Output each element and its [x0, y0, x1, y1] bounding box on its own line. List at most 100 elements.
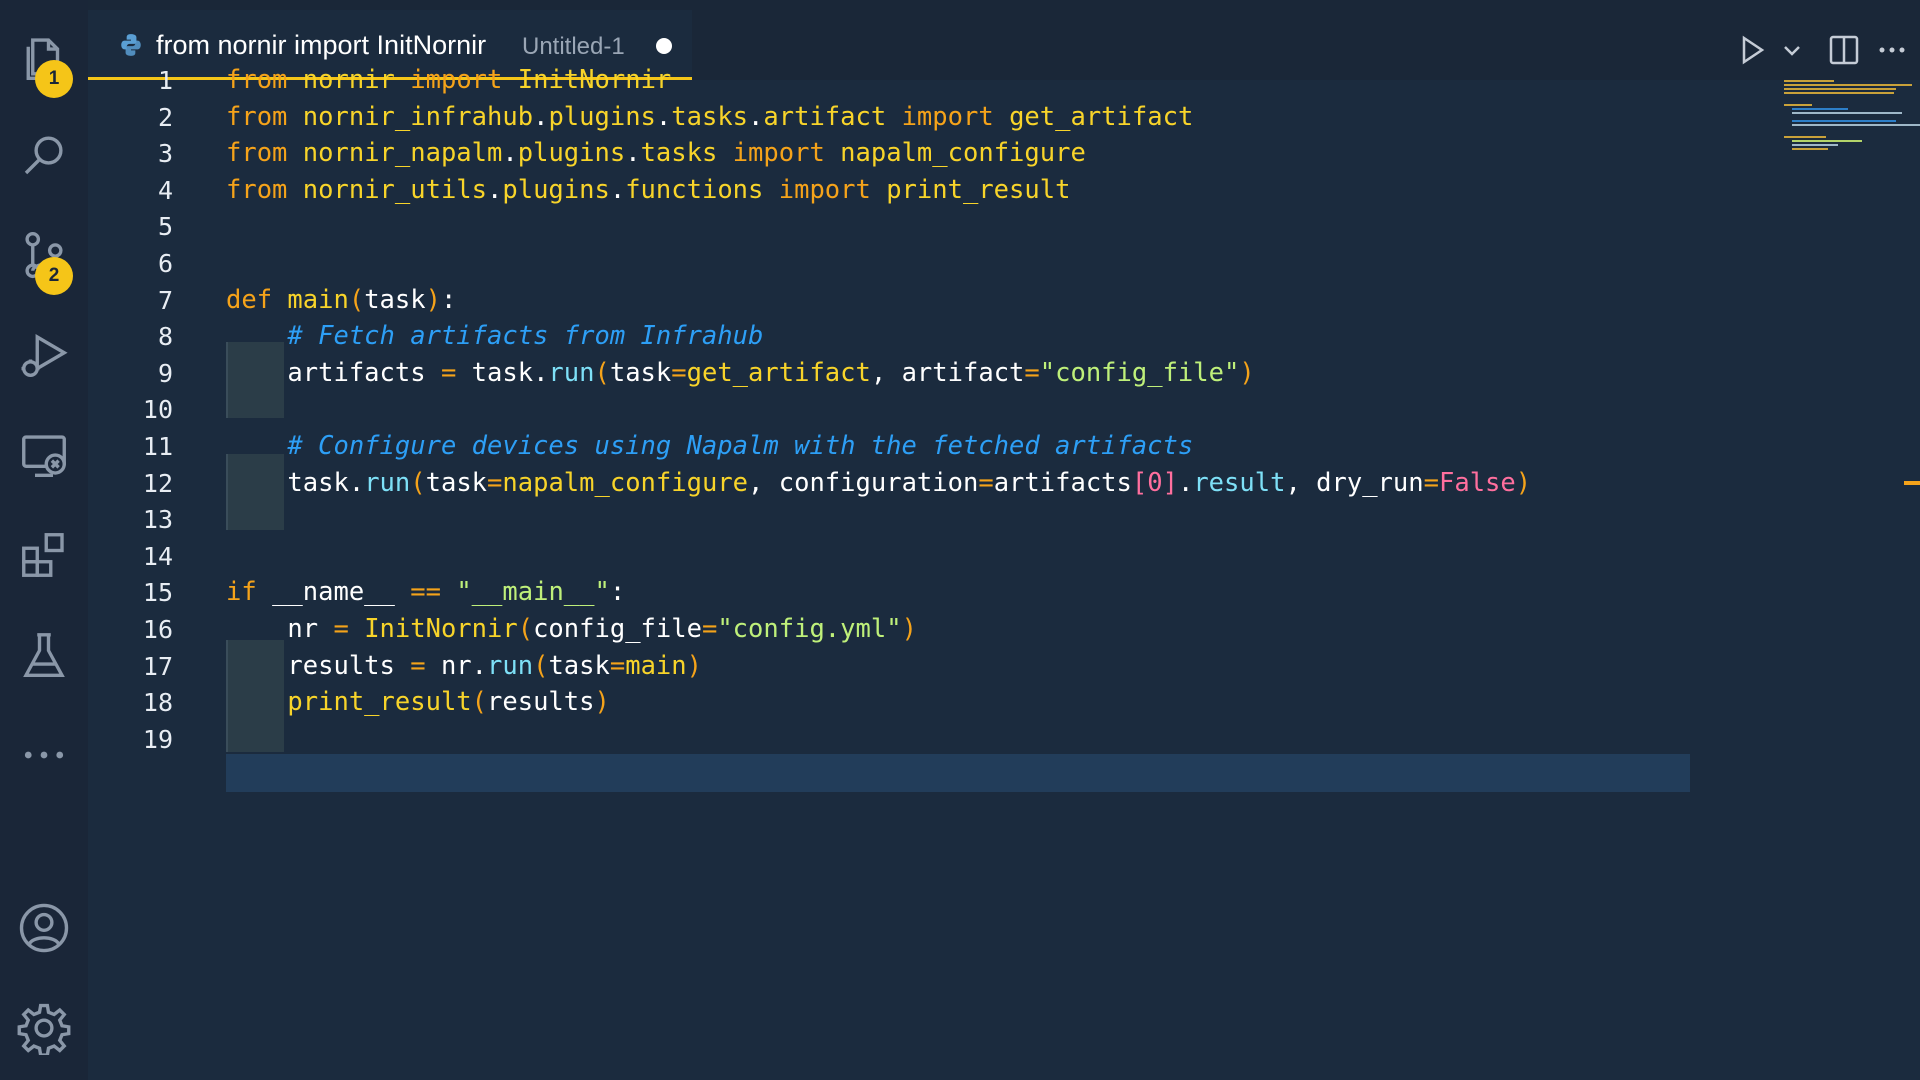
code-line[interactable]: 7 def main(task):	[88, 282, 1688, 319]
code-line[interactable]: 18 print_result(results)	[88, 684, 1688, 721]
code-token: (	[348, 284, 365, 315]
line-text: results = nr.run(task=main)	[226, 648, 702, 685]
code-token: nr	[226, 614, 334, 644]
code-token: run	[548, 357, 595, 388]
code-token: tasks	[671, 101, 749, 132]
code-token: =	[701, 614, 718, 644]
line-text: # Fetch artifacts from Infrahub	[226, 318, 763, 355]
code-token: .	[487, 174, 503, 205]
code-token: functions	[625, 174, 764, 205]
current-line-highlight	[226, 754, 1690, 792]
code-token: nornir_utils	[302, 174, 488, 205]
code-line[interactable]: 3 from nornir_napalm.plugins.tasks import…	[88, 135, 1688, 172]
code-token: from	[226, 65, 288, 95]
code-line[interactable]: 8 # Fetch artifacts from Infrahub	[88, 318, 1688, 355]
code-line[interactable]: 1 from nornir import InitNornir	[88, 62, 1688, 99]
accounts-button[interactable]	[0, 888, 88, 968]
code-line[interactable]: 5	[88, 208, 1688, 245]
source-control-button[interactable]: 2	[0, 215, 88, 295]
code-token: (	[594, 357, 610, 388]
code-line[interactable]: 6	[88, 245, 1688, 282]
remote-explorer-icon	[22, 435, 66, 477]
line-text: from nornir_utils.plugins.functions impo…	[226, 172, 1070, 209]
code-line[interactable]: 15 if __name__ == "__main__":	[88, 574, 1688, 611]
code-token: main	[625, 650, 687, 681]
code-token: .	[1177, 467, 1194, 498]
chevron-down-icon	[1784, 46, 1800, 56]
more-icon	[24, 751, 64, 759]
code-line[interactable]: 14	[88, 538, 1688, 575]
code-line[interactable]: 16 nr = InitNornir(config_file="config.y…	[88, 611, 1688, 648]
code-line[interactable]: 13	[88, 501, 1688, 538]
code-token: def	[226, 284, 273, 315]
line-number: 7	[157, 285, 173, 315]
code-token: .	[748, 101, 764, 132]
code-line[interactable]: 11 # Configure devices using Napalm with…	[88, 428, 1688, 465]
code-token: import	[901, 101, 994, 132]
run-options-dropdown[interactable]	[1774, 32, 1810, 68]
code-token: __name__	[256, 577, 411, 608]
more-actions-button[interactable]	[1874, 32, 1910, 68]
code-token: artifact	[901, 357, 1025, 388]
code-token: if	[226, 577, 257, 608]
flask-icon	[23, 633, 65, 677]
run-debug-button[interactable]	[0, 315, 88, 395]
code-line[interactable]: 17 results = nr.run(task=main)	[88, 648, 1688, 685]
code-line[interactable]: 9 artifacts = task.run(task=get_artifact…	[88, 355, 1688, 392]
code-token: # Configure devices using Napalm with th…	[287, 431, 1194, 461]
account-icon	[19, 903, 69, 953]
remote-explorer-button[interactable]	[0, 415, 88, 495]
python-icon	[121, 34, 141, 56]
code-line[interactable]: 4 from nornir_utils.plugins.functions imp…	[88, 172, 1688, 209]
line-number: 5	[157, 212, 173, 242]
code-editor[interactable]: 1 from nornir import InitNornir 2 from norn…	[88, 65, 1920, 1080]
search-button[interactable]	[0, 115, 88, 195]
code-token: =	[440, 357, 457, 388]
code-token: from	[226, 174, 288, 205]
split-editor-button[interactable]	[1826, 32, 1862, 68]
line-text: print_result(results)	[226, 684, 609, 721]
minimap[interactable]	[1784, 80, 1920, 160]
code-token: config_file	[533, 614, 702, 644]
code-line[interactable]: 2 from nornir_infrahub.plugins.tasks.arti…	[88, 99, 1688, 136]
code-token: .	[533, 357, 549, 388]
code-line[interactable]: 10	[88, 391, 1688, 428]
code-token: configuration	[778, 467, 979, 498]
more-button[interactable]	[0, 715, 88, 795]
explorer-button[interactable]: 1	[0, 18, 88, 98]
source-control-badge: 2	[35, 257, 73, 295]
code-token: nr	[425, 650, 472, 681]
activity-bar: 1 2	[0, 0, 88, 1080]
code-token: (	[410, 467, 426, 498]
code-token: ,	[748, 467, 779, 498]
manage-button[interactable]	[0, 988, 88, 1068]
search-icon	[24, 136, 63, 175]
line-text: from nornir_napalm.plugins.tasks import …	[226, 135, 1086, 172]
line-text: from nornir_infrahub.plugins.tasks.artif…	[226, 99, 1193, 136]
line-number: 6	[157, 249, 173, 278]
code-line[interactable]: 12 task.run(task=napalm_configure, confi…	[88, 465, 1688, 502]
line-text: nr = InitNornir(config_file="config.yml"…	[226, 611, 917, 648]
code-token: run	[487, 650, 534, 681]
code-token: print_result	[886, 174, 1071, 205]
line-number: 8	[157, 322, 173, 352]
extensions-button[interactable]	[0, 515, 88, 595]
run-button[interactable]	[1734, 32, 1770, 68]
code-token: # Fetch artifacts from Infrahub	[287, 321, 764, 352]
code-line[interactable]: 19	[88, 721, 1688, 758]
unsaved-dot-icon[interactable]	[656, 38, 672, 54]
line-number: 13	[142, 505, 173, 535]
testing-button[interactable]	[0, 615, 88, 695]
line-text: artifacts = task.run(task=get_artifact, …	[226, 355, 1254, 392]
code-token: artifacts	[226, 357, 441, 388]
line-text: if __name__ == "__main__":	[226, 574, 625, 611]
code-token: result	[1193, 467, 1286, 498]
run-icon	[1742, 35, 1765, 65]
code-token: .	[348, 467, 365, 498]
